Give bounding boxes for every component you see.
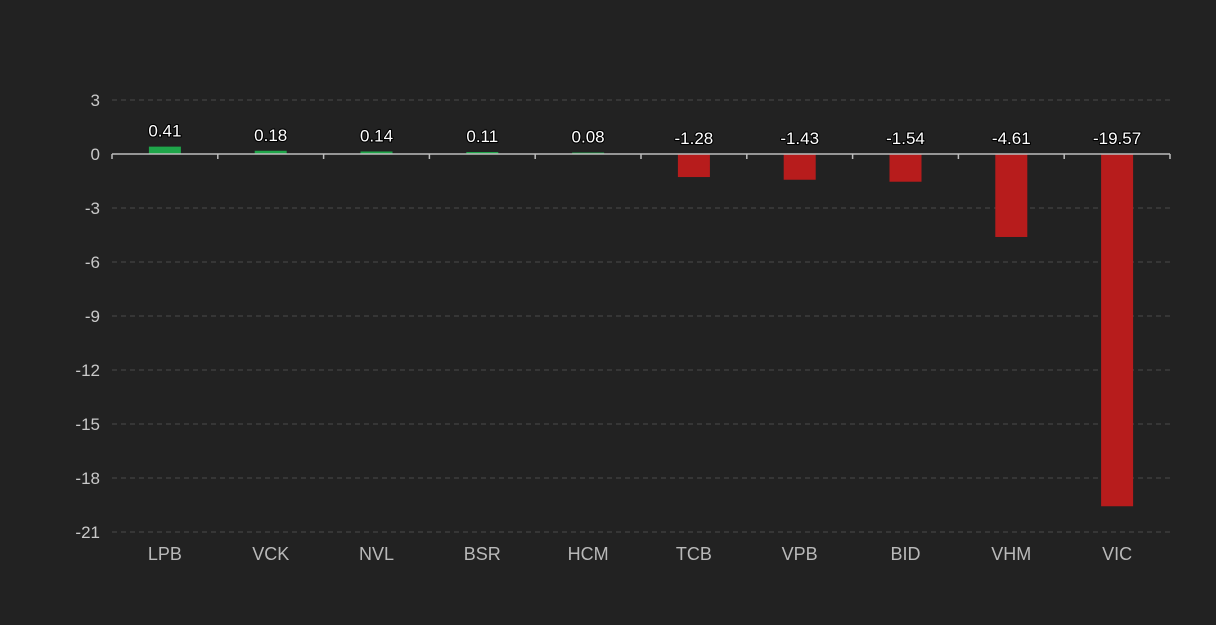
- y-tick-label: -6: [85, 253, 100, 272]
- bar: [783, 154, 816, 180]
- bar: [148, 146, 181, 154]
- category-label: VIC: [1102, 544, 1132, 564]
- category-label: VPB: [782, 544, 818, 564]
- data-label: 0.11: [466, 127, 498, 146]
- category-label: BID: [890, 544, 920, 564]
- category-label: VCK: [252, 544, 289, 564]
- bars: [148, 146, 1134, 507]
- y-tick-label: -18: [75, 469, 100, 488]
- bar: [995, 154, 1028, 237]
- y-tick-label: 3: [91, 91, 100, 110]
- bar: [1101, 154, 1134, 507]
- chart-container: 3 0 -3 -6 -9 -12 -15 -18 -21 0.41 0.18 0.14 0.11 0.0…: [0, 0, 1216, 620]
- data-labels: 0.41 0.18 0.14 0.11 0.08 -1.28 -1.43 -1.54 -4.61…: [147, 121, 1142, 150]
- y-tick-label: -9: [85, 307, 100, 326]
- data-label: 0.18: [254, 126, 287, 145]
- data-label: -19.57: [1093, 129, 1141, 148]
- category-label: BSR: [464, 544, 501, 564]
- category-labels: LPB VCK NVL BSR HCM TCB VPB BID VHM VIC: [148, 544, 1132, 564]
- data-label: -1.28: [675, 129, 714, 148]
- y-tick-label: -3: [85, 199, 100, 218]
- y-axis-tick-labels: 3 0 -3 -6 -9 -12 -15 -18 -21: [75, 91, 100, 542]
- category-label: VHM: [991, 544, 1031, 564]
- data-label: 0.41: [148, 122, 181, 141]
- data-label: -1.54: [886, 129, 925, 148]
- y-tick-label: -21: [75, 523, 100, 542]
- category-label: NVL: [359, 544, 394, 564]
- bar: [677, 154, 710, 178]
- y-tick-label: -15: [75, 415, 100, 434]
- data-label: 0.08: [572, 128, 605, 147]
- y-tick-label: -12: [75, 361, 100, 380]
- category-label: TCB: [676, 544, 712, 564]
- data-label: 0.14: [360, 126, 393, 145]
- data-label: -4.61: [992, 129, 1031, 148]
- bar-chart: 3 0 -3 -6 -9 -12 -15 -18 -21 0.41 0.18 0.14 0.11 0.0…: [75, 91, 1171, 564]
- bar: [889, 154, 922, 182]
- y-tick-label: 0: [91, 145, 100, 164]
- category-label: HCM: [568, 544, 609, 564]
- data-label: -1.43: [780, 129, 819, 148]
- category-label: LPB: [148, 544, 182, 564]
